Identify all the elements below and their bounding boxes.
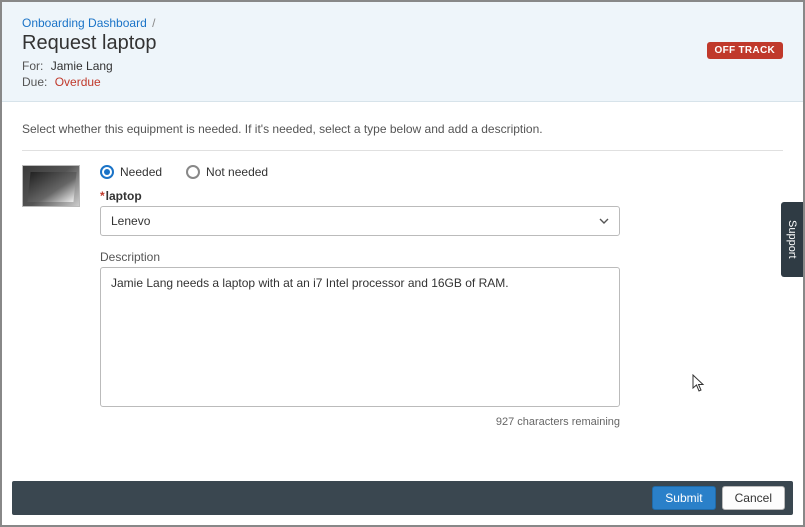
support-tab[interactable]: Support — [781, 202, 803, 277]
laptop-select-wrap: Lenevo — [100, 206, 620, 236]
radio-not-needed-label: Not needed — [206, 165, 268, 179]
form-area: Needed Not needed *laptop Lenevo Descr — [22, 165, 783, 428]
footer-bar: Submit Cancel — [12, 481, 793, 515]
content-area: Select whether this equipment is needed.… — [2, 102, 803, 438]
description-textarea[interactable] — [100, 267, 620, 407]
character-count: 927 characters remaining — [100, 416, 620, 428]
required-asterisk: * — [100, 189, 105, 203]
for-label: For: — [22, 59, 43, 73]
radio-needed-label: Needed — [120, 165, 162, 179]
laptop-thumbnail — [22, 165, 80, 207]
breadcrumb-parent-link[interactable]: Onboarding Dashboard — [22, 16, 147, 30]
laptop-select[interactable]: Lenevo — [100, 206, 620, 236]
description-label: Description — [100, 250, 620, 264]
cancel-button[interactable]: Cancel — [722, 486, 785, 510]
chevron-down-icon — [599, 216, 609, 226]
radio-icon-unchecked — [186, 165, 200, 179]
due-value: Overdue — [55, 75, 101, 89]
form-fields: Needed Not needed *laptop Lenevo Descr — [100, 165, 620, 428]
due-row: Due: Overdue — [22, 75, 783, 89]
breadcrumb-separator: / — [152, 16, 155, 30]
laptop-field-label: *laptop — [100, 189, 620, 203]
due-label: Due: — [22, 75, 47, 89]
radio-icon-checked — [100, 165, 114, 179]
laptop-select-value: Lenevo — [111, 214, 150, 228]
for-row: For: Jamie Lang — [22, 59, 783, 73]
instructions-text: Select whether this equipment is needed.… — [22, 122, 783, 151]
breadcrumb: Onboarding Dashboard / — [22, 16, 783, 30]
page-header: Onboarding Dashboard / Request laptop Fo… — [2, 2, 803, 102]
for-value: Jamie Lang — [51, 59, 113, 73]
submit-button[interactable]: Submit — [652, 486, 715, 510]
page-title: Request laptop — [22, 32, 783, 55]
status-badge: OFF TRACK — [707, 42, 783, 59]
radio-not-needed[interactable]: Not needed — [186, 165, 268, 179]
equipment-needed-radio-group: Needed Not needed — [100, 165, 620, 179]
radio-needed[interactable]: Needed — [100, 165, 162, 179]
